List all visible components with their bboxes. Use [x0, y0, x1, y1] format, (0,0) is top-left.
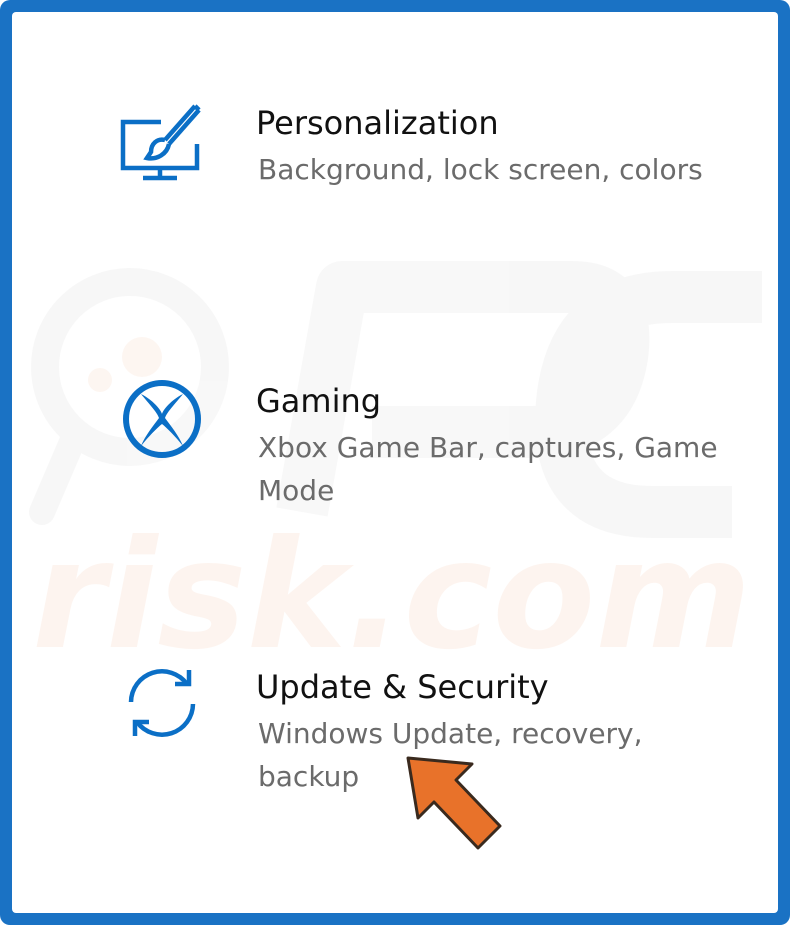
orange-arrow-icon — [406, 756, 502, 850]
settings-item-title: Update & Security — [256, 668, 549, 706]
settings-item-description: Xbox Game Bar, captures, Game Mode — [258, 431, 718, 507]
settings-panel: risk.com Personalization Background, loc… — [12, 12, 778, 913]
settings-item-update-security[interactable]: Update & Security Windows Update, recove… — [12, 646, 778, 806]
settings-item-title: Personalization — [256, 104, 499, 142]
settings-item-description: Background, lock screen, colors — [258, 153, 703, 186]
personalization-icon — [117, 98, 207, 188]
settings-item-title: Gaming — [256, 382, 382, 420]
xbox-icon — [117, 374, 207, 464]
sync-icon — [117, 658, 207, 748]
settings-item-gaming[interactable]: Gaming Xbox Game Bar, captures, Game Mod… — [12, 362, 778, 532]
settings-item-personalization[interactable]: Personalization Background, lock screen,… — [12, 82, 778, 222]
window-frame: risk.com Personalization Background, loc… — [0, 0, 790, 925]
